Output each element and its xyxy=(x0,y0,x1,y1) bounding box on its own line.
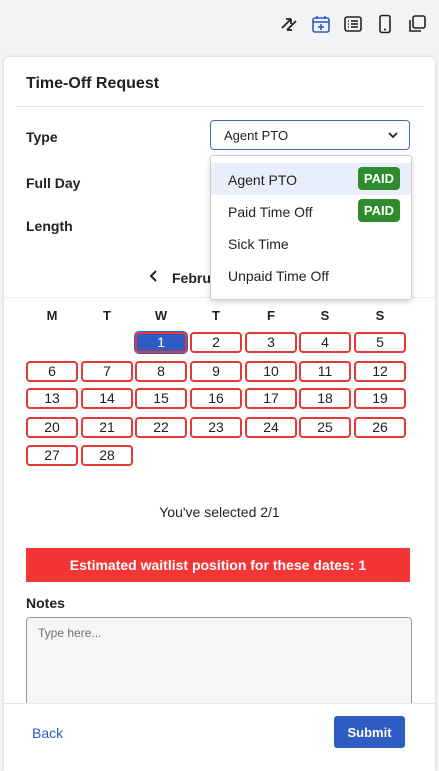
calendar-day[interactable]: 2 xyxy=(190,332,242,353)
back-link[interactable]: Back xyxy=(32,725,63,741)
waitlist-banner: Estimated waitlist position for these da… xyxy=(26,548,410,582)
calendar-day[interactable]: 10 xyxy=(245,361,297,382)
list-icon[interactable] xyxy=(341,12,365,36)
top-toolbar xyxy=(0,0,439,52)
chevron-down-icon xyxy=(387,129,399,144)
prev-month-chevron-icon[interactable] xyxy=(148,269,160,288)
time-off-request-card: Time-Off Request Type Agent PTO Full Day… xyxy=(4,57,435,771)
notes-textarea[interactable] xyxy=(26,617,412,717)
weekday-header: T xyxy=(103,308,111,323)
dropdown-option-label: Paid Time Off xyxy=(228,204,313,220)
type-dropdown-menu: Agent PTO PAID Paid Time Off PAID Sick Time U… xyxy=(210,155,412,300)
type-label: Type xyxy=(26,129,58,145)
calendar-day[interactable]: 17 xyxy=(245,388,297,409)
calendar-day[interactable]: 23 xyxy=(190,417,242,438)
calendar-day[interactable]: 8 xyxy=(135,361,187,382)
calendar-day[interactable]: 18 xyxy=(299,388,351,409)
calendar-day[interactable]: 21 xyxy=(81,417,133,438)
weekday-header: F xyxy=(267,308,275,323)
calendar-day[interactable]: 28 xyxy=(81,445,133,466)
dropdown-option-label: Unpaid Time Off xyxy=(228,268,329,284)
calendar-day-selected[interactable]: 1 xyxy=(134,331,188,354)
calendar-add-icon[interactable] xyxy=(309,12,333,36)
calendar-day[interactable]: 12 xyxy=(354,361,406,382)
length-label: Length xyxy=(26,218,73,234)
phone-icon[interactable] xyxy=(373,12,397,36)
selected-dates-text: You've selected 2/1 xyxy=(159,504,280,520)
weekday-header: S xyxy=(320,308,330,323)
calendar-day[interactable]: 15 xyxy=(135,388,187,409)
notes-label: Notes xyxy=(26,595,65,611)
calendar-day[interactable]: 27 xyxy=(26,445,78,466)
calendar-day[interactable]: 26 xyxy=(354,417,406,438)
calendar-day[interactable]: 19 xyxy=(354,388,406,409)
calendar-day[interactable]: 11 xyxy=(299,361,351,382)
dropdown-option-label: Sick Time xyxy=(228,236,289,252)
paid-badge: PAID xyxy=(357,167,400,190)
paid-badge: PAID xyxy=(357,199,400,222)
divider xyxy=(16,106,423,107)
calendar-day[interactable]: 3 xyxy=(245,332,297,353)
calendar-day[interactable]: 24 xyxy=(245,417,297,438)
calendar-day[interactable]: 5 xyxy=(354,332,406,353)
swap-icon[interactable] xyxy=(277,12,301,36)
calendar-day[interactable]: 25 xyxy=(299,417,351,438)
page-title: Time-Off Request xyxy=(26,75,160,92)
calendar-day[interactable]: 9 xyxy=(190,361,242,382)
dropdown-option[interactable]: Sick Time xyxy=(211,227,411,259)
calendar-day[interactable]: 13 xyxy=(26,388,78,409)
type-select-value: Agent PTO xyxy=(224,128,289,143)
weekday-header: T xyxy=(212,308,220,323)
calendar-day[interactable]: 4 xyxy=(299,332,351,353)
dropdown-option-label: Agent PTO xyxy=(228,172,298,188)
calendar-day[interactable]: 14 xyxy=(81,388,133,409)
calendar-day[interactable]: 6 xyxy=(26,361,78,382)
dropdown-option[interactable]: Unpaid Time Off xyxy=(211,259,411,291)
weekday-header: W xyxy=(154,308,168,323)
weekday-header: M xyxy=(46,308,58,323)
copy-icon[interactable] xyxy=(405,12,429,36)
calendar-day[interactable]: 20 xyxy=(26,417,78,438)
calendar-day[interactable]: 16 xyxy=(190,388,242,409)
dropdown-option[interactable]: Paid Time Off PAID xyxy=(211,195,411,227)
weekday-header: S xyxy=(375,308,385,323)
submit-button[interactable]: Submit xyxy=(334,716,405,748)
calendar-day[interactable]: 22 xyxy=(135,417,187,438)
dropdown-option[interactable]: Agent PTO PAID xyxy=(211,163,411,195)
full-day-label: Full Day xyxy=(26,175,81,191)
type-select[interactable]: Agent PTO xyxy=(210,120,410,150)
calendar-day[interactable]: 7 xyxy=(81,361,133,382)
